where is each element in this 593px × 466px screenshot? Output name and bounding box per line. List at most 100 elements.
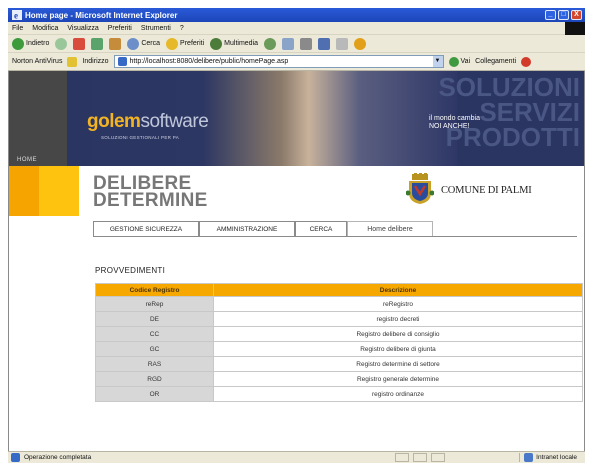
toolbar: Indietro Cerca Preferiti Multimedia xyxy=(8,35,585,53)
page-viewport: HOME golemsoftware SOLUZIONI GESTIONALI … xyxy=(8,71,585,451)
column-header-code: Codice Registro xyxy=(95,283,214,297)
status-bar: Operazione completata Intranet locale xyxy=(8,451,585,463)
registry-code[interactable]: reRep xyxy=(95,296,214,312)
banner: HOME golemsoftware SOLUZIONI GESTIONALI … xyxy=(9,71,584,166)
registry-description[interactable]: Registro delibere di giunta xyxy=(213,341,583,357)
registry-code[interactable]: OR xyxy=(95,386,214,402)
history-icon[interactable] xyxy=(264,37,277,50)
registry-code[interactable]: GC xyxy=(95,341,214,357)
comune-crest-icon xyxy=(406,173,434,204)
back-button[interactable]: Indietro xyxy=(12,37,49,50)
registry-code[interactable]: RGD xyxy=(95,371,214,387)
registry-description[interactable]: Registro delibere di consiglio xyxy=(213,326,583,342)
registry-code[interactable]: DE xyxy=(95,311,214,327)
intranet-icon xyxy=(524,453,534,462)
zone-label: Intranet locale xyxy=(536,454,577,461)
maximize-button[interactable]: □ xyxy=(558,10,569,20)
menu-modifica[interactable]: Modifica xyxy=(32,25,58,32)
svg-text:e: e xyxy=(14,11,18,21)
menu-file[interactable]: File xyxy=(12,25,23,32)
window-title: Home page - Microsoft Internet Explorer xyxy=(25,10,178,20)
table-row[interactable]: OR registro ordinanze xyxy=(95,386,583,402)
go-arrow-icon xyxy=(448,56,459,67)
back-arrow-icon xyxy=(12,37,24,50)
search-icon xyxy=(127,37,140,50)
multimedia-button[interactable]: Multimedia xyxy=(210,37,258,50)
golem-logo: golemsoftware xyxy=(87,111,209,132)
security-zone: Intranet locale xyxy=(519,453,585,462)
banner-home-panel: HOME xyxy=(9,71,67,166)
banner-big-text: SOLUZIONI SERVIZI PRODOTTI xyxy=(438,72,580,152)
home-link[interactable]: HOME xyxy=(17,157,37,163)
registry-table: Codice Registro Descrizione reRep reRegis… xyxy=(95,283,583,402)
messenger-icon[interactable] xyxy=(336,37,349,50)
page-icon xyxy=(117,57,127,66)
address-label: Indirizzo xyxy=(82,58,109,65)
print-icon[interactable] xyxy=(300,37,313,50)
menu-help[interactable]: ? xyxy=(180,25,184,32)
table-row[interactable]: CC Registro delibere di consiglio xyxy=(95,326,583,342)
favorites-button[interactable]: Preferiti xyxy=(166,37,205,50)
table-row[interactable]: GC Registro delibere di giunta xyxy=(95,341,583,357)
home-icon[interactable] xyxy=(109,37,122,50)
tab-cerca[interactable]: CERCA xyxy=(295,221,347,237)
status-segment xyxy=(413,453,428,462)
tab-home-delibere[interactable]: Home delibere xyxy=(347,221,433,237)
mail-icon[interactable] xyxy=(282,37,295,50)
menu-visualizza[interactable]: Visualizza xyxy=(67,25,98,32)
close-button[interactable]: X xyxy=(571,10,582,20)
edit-icon[interactable] xyxy=(318,37,331,50)
search-button[interactable]: Cerca xyxy=(127,37,161,50)
go-button[interactable]: Vai xyxy=(448,56,471,67)
accent-block-yellow xyxy=(39,166,79,216)
windows-logo-icon xyxy=(565,21,585,35)
comune-name: COMUNE DI PALMI xyxy=(441,185,532,196)
table-row[interactable]: DE registro decreti xyxy=(95,311,583,327)
minimize-button[interactable]: _ xyxy=(545,10,556,20)
window-titlebar: e Home page - Microsoft Internet Explore… xyxy=(8,8,585,22)
main-tabs: GESTIONE SICUREZZA AMMINISTRAZIONE CERCA… xyxy=(93,221,433,237)
tab-amministrazione[interactable]: AMMINISTRAZIONE xyxy=(199,221,295,237)
search-label: Cerca xyxy=(141,40,161,47)
links-label[interactable]: Collegamenti xyxy=(475,58,516,65)
table-header-row: Codice Registro Descrizione xyxy=(95,283,583,297)
chevron-down-icon[interactable]: ▼ xyxy=(432,56,443,67)
page-done-icon xyxy=(11,453,20,462)
table-row[interactable]: RGD Registro generale determine xyxy=(95,371,583,387)
norton-icon[interactable] xyxy=(67,56,78,67)
address-input[interactable]: http://localhost:8080/delibere/public/ho… xyxy=(113,55,444,68)
banner-slogan: il mondo cambia NOI ANCHE! xyxy=(429,115,480,130)
registry-code[interactable]: RAS xyxy=(95,356,214,372)
table-row[interactable]: reRep reRegistro xyxy=(95,296,583,312)
stop-icon[interactable] xyxy=(73,37,86,50)
media-icon xyxy=(210,37,223,50)
tab-divider xyxy=(93,236,577,237)
column-header-description: Descrizione xyxy=(213,283,583,297)
address-bar: Norton AntiVirus Indirizzo http://localh… xyxy=(8,53,585,71)
registry-description[interactable]: Registro determine di settore xyxy=(213,356,583,372)
address-url[interactable]: http://localhost:8080/delibere/public/ho… xyxy=(130,58,289,65)
app-title: DELIBERE DETERMINE xyxy=(93,173,208,211)
registry-code[interactable]: CC xyxy=(95,326,214,342)
registry-description[interactable]: Registro generale determine xyxy=(213,371,583,387)
menu-bar: File Modifica Visualizza Preferiti Strum… xyxy=(8,21,585,35)
refresh-icon[interactable] xyxy=(91,37,104,50)
registry-description[interactable]: registro ordinanze xyxy=(213,386,583,402)
norton-label[interactable]: Norton AntiVirus xyxy=(12,58,62,65)
menu-strumenti[interactable]: Strumenti xyxy=(141,25,171,32)
tab-gestione-sicurezza[interactable]: GESTIONE SICUREZZA xyxy=(93,221,199,237)
discuss-icon[interactable] xyxy=(354,37,367,50)
go-label: Vai xyxy=(460,58,471,65)
logo-tagline: SOLUZIONI GESTIONALI PER PA xyxy=(101,135,180,140)
table-row[interactable]: RAS Registro determine di settore xyxy=(95,356,583,372)
status-text: Operazione completata xyxy=(24,454,92,461)
registry-description[interactable]: reRegistro xyxy=(213,296,583,312)
ie-icon: e xyxy=(12,10,22,20)
accent-block-orange xyxy=(9,166,39,216)
registry-description[interactable]: registro decreti xyxy=(213,311,583,327)
section-title: PROVVEDIMENTI xyxy=(95,266,166,275)
favorites-label: Preferiti xyxy=(180,40,205,47)
menu-preferiti[interactable]: Preferiti xyxy=(108,25,132,32)
forward-arrow-icon[interactable] xyxy=(55,37,68,50)
extension-icon[interactable] xyxy=(521,56,531,67)
